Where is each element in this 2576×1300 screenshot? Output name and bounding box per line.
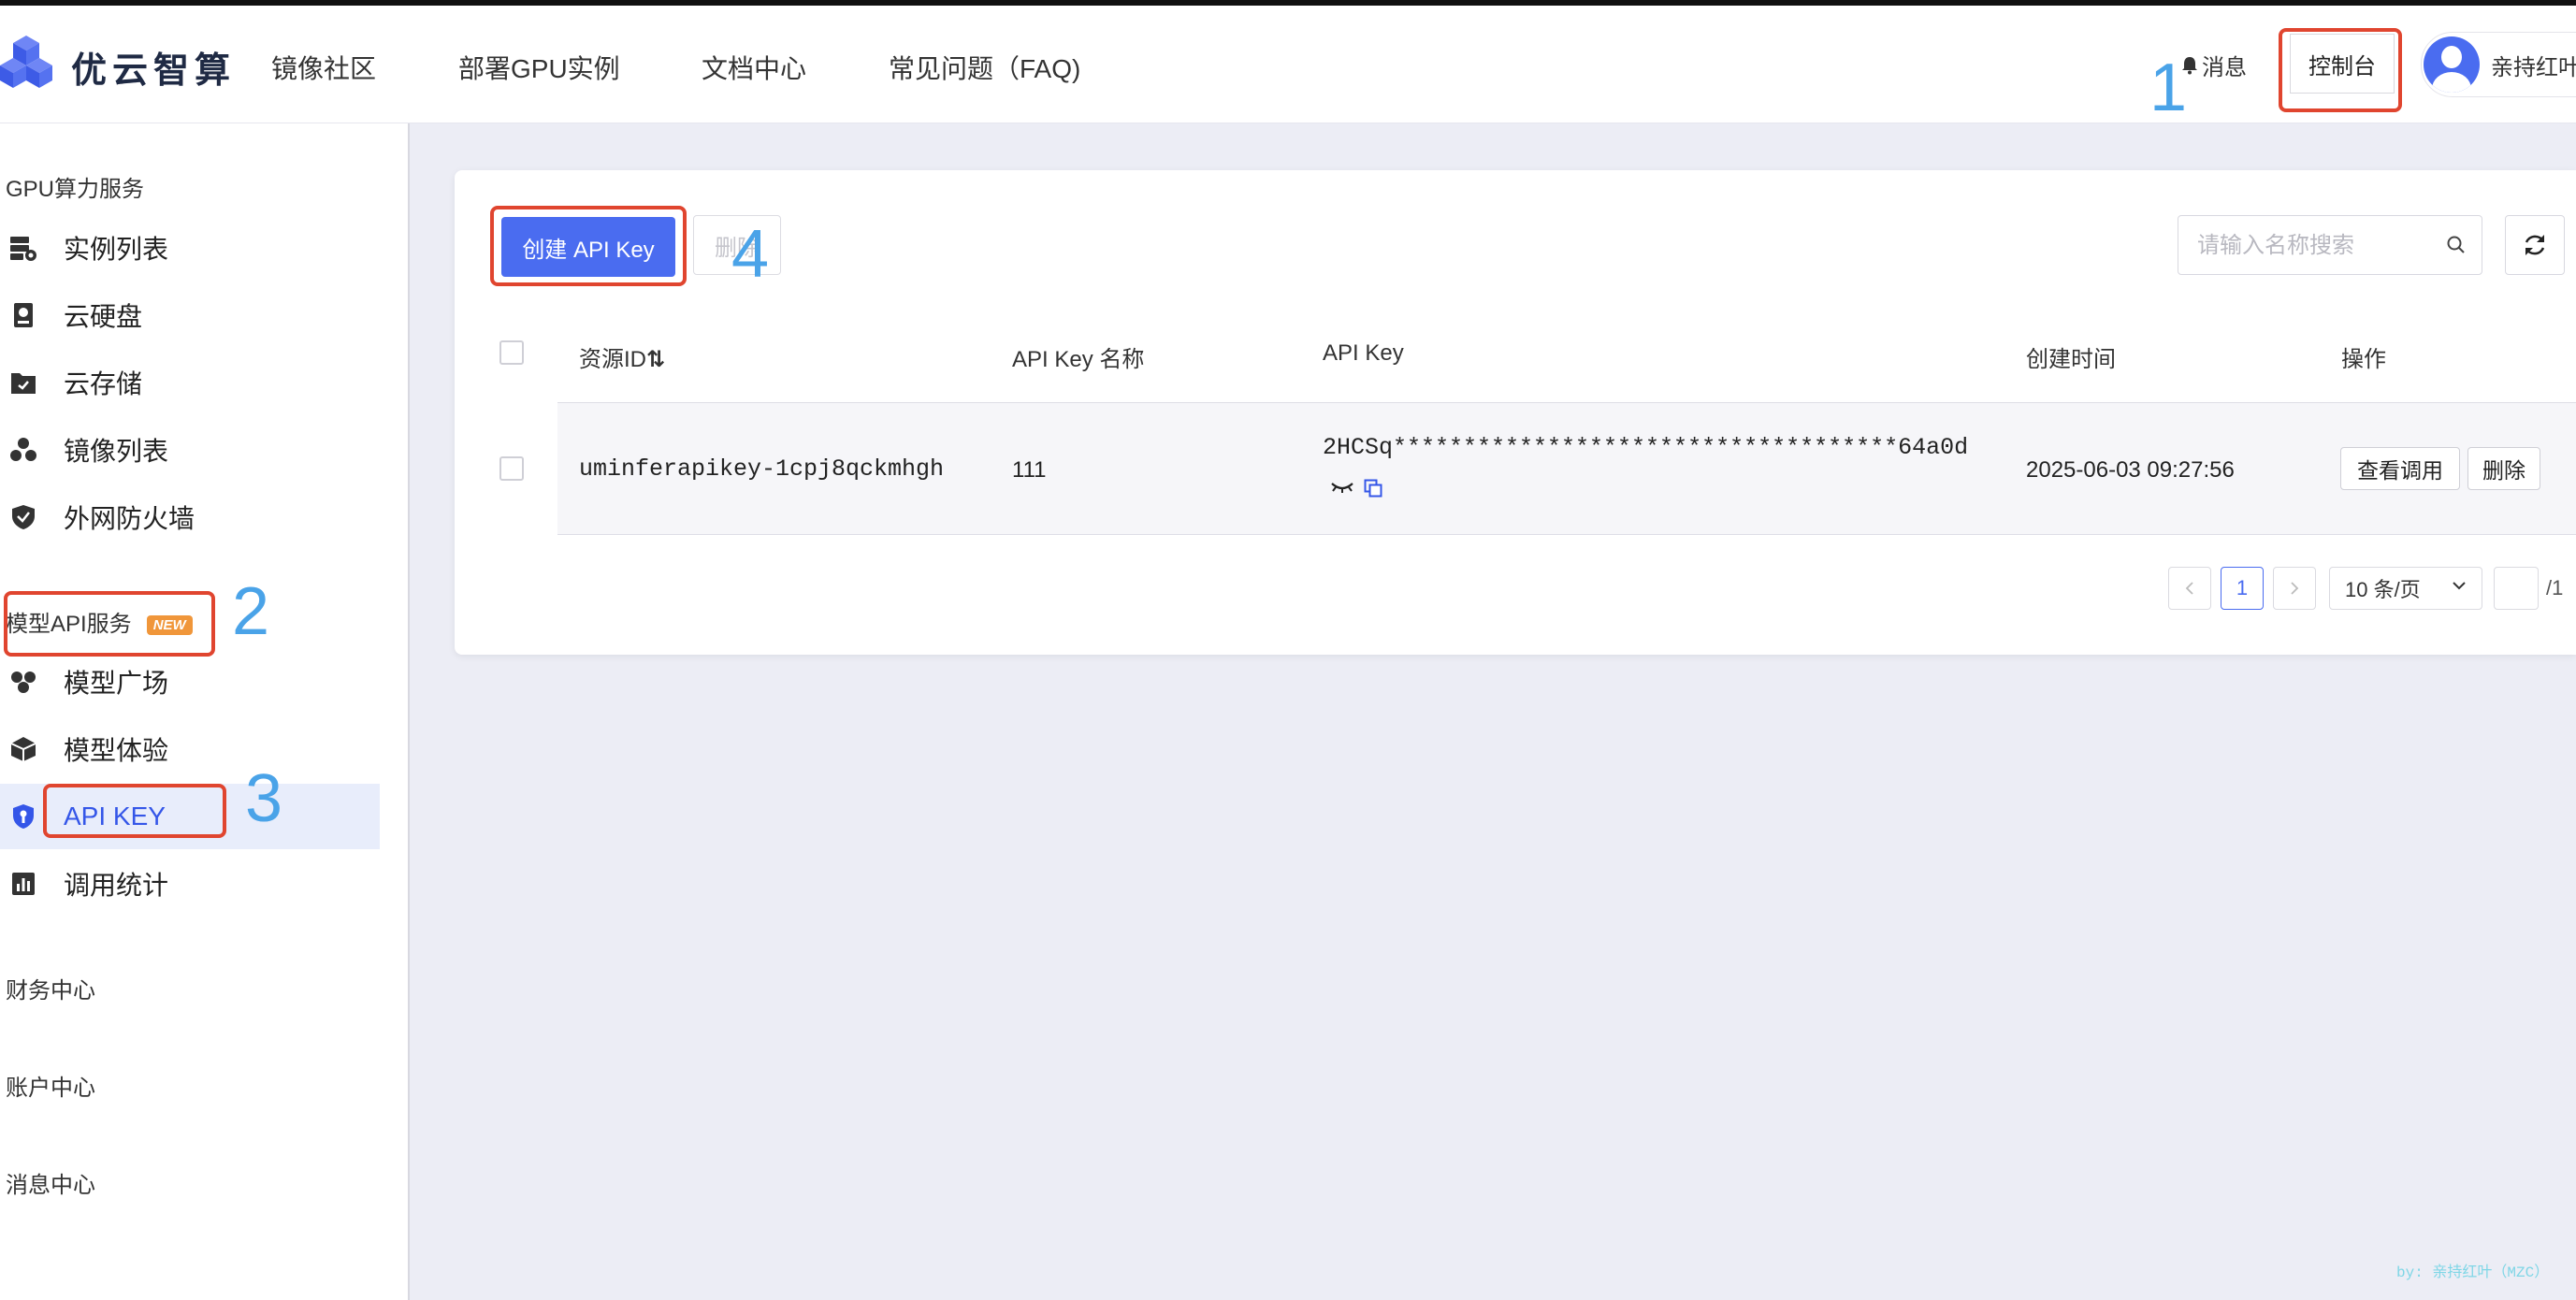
avatar xyxy=(2424,36,2480,93)
sidebar-item-label: 外网防火墙 xyxy=(64,504,195,533)
console-button[interactable]: 控制台 xyxy=(2290,34,2395,94)
user-menu[interactable]: 亲持红叶 xyxy=(2421,32,2576,97)
logo-icon xyxy=(0,36,52,88)
sidebar-item-firewall[interactable]: 外网防火墙 xyxy=(0,484,380,550)
nav-image-community[interactable]: 镜像社区 xyxy=(271,49,376,86)
section-gpu: GPU算力服务 xyxy=(6,177,145,202)
shield-icon xyxy=(7,501,39,533)
copy-icon[interactable] xyxy=(1364,479,1382,498)
chevron-left-icon xyxy=(2185,582,2193,595)
sidebar-item-cloud-storage[interactable]: 云存储 xyxy=(0,350,380,415)
chevron-down-icon xyxy=(2453,582,2466,590)
sidebar-item-label: API KEY xyxy=(64,802,166,831)
th-resource-id[interactable]: 资源ID⇅ xyxy=(579,340,665,373)
sidebar-item-instances[interactable]: 实例列表 xyxy=(0,215,380,281)
cubes-icon xyxy=(7,434,39,466)
new-badge: NEW xyxy=(146,615,193,636)
sidebar-item-usage-stats[interactable]: 调用统计 xyxy=(0,851,380,917)
brand-name[interactable]: 优云智算 xyxy=(71,41,236,93)
sidebar-item-api-key[interactable]: API KEY xyxy=(0,784,380,849)
row-delete-button[interactable]: 删除 xyxy=(2467,447,2540,490)
next-page-button[interactable] xyxy=(2273,567,2316,610)
th-created: 创建时间 xyxy=(2026,347,2116,372)
sidebar-item-model-experience[interactable]: 模型体验 xyxy=(0,716,380,782)
sort-icon[interactable]: ⇅ xyxy=(646,347,665,372)
refresh-button[interactable] xyxy=(2505,215,2565,275)
search-box xyxy=(2178,215,2482,275)
select-all-checkbox[interactable] xyxy=(499,340,524,365)
nav-deploy-gpu[interactable]: 部署GPU实例 xyxy=(458,49,620,86)
sidebar-item-label: 云存储 xyxy=(64,369,143,398)
eye-closed-icon[interactable] xyxy=(1330,481,1354,494)
page-size-value: 10 条/页 xyxy=(2345,578,2421,601)
refresh-icon xyxy=(2525,235,2545,255)
cell-key-name: 111 xyxy=(1012,457,1047,483)
sidebar-item-cloud-disk[interactable]: 云硬盘 xyxy=(0,282,380,348)
th-resource-id-label: 资源ID xyxy=(579,347,646,372)
api-key-panel: 创建 API Key 删除 资源ID⇅ API Key 名称 API Key 创… xyxy=(455,170,2576,655)
section-model-api-label: 模型API服务 xyxy=(6,612,132,637)
cube-icon xyxy=(7,733,39,765)
sidebar-item-label: 模型体验 xyxy=(64,736,169,765)
cell-resource-id: uminferapikey-1cpj8qckmhgh xyxy=(579,455,945,483)
nav-faq[interactable]: 常见问题（FAQ) xyxy=(889,49,1080,86)
top-header: 优云智算 镜像社区 部署GPU实例 文档中心 常见问题（FAQ) 消息 控制台 … xyxy=(0,6,2576,123)
section-model-api: 模型API服务 NEW xyxy=(6,605,193,638)
view-calls-button[interactable]: 查看调用 xyxy=(2340,447,2460,490)
section-finance[interactable]: 财务中心 xyxy=(6,972,95,1004)
bell-icon xyxy=(2182,56,2197,74)
messages-label: 消息 xyxy=(2202,55,2247,80)
bar-chart-icon xyxy=(7,868,39,900)
chevron-right-icon xyxy=(2291,582,2299,595)
page-size-select[interactable]: 10 条/页 xyxy=(2329,567,2482,610)
disk-icon xyxy=(7,299,39,331)
th-actions: 操作 xyxy=(2341,347,2386,372)
sidebar-item-images[interactable]: 镜像列表 xyxy=(0,417,380,483)
sidebar-item-label: 调用统计 xyxy=(64,871,169,900)
sidebar-item-label: 镜像列表 xyxy=(64,437,169,466)
bulk-delete-button[interactable]: 删除 xyxy=(693,215,781,275)
page-jump-input[interactable] xyxy=(2494,567,2539,610)
folder-icon xyxy=(7,367,39,398)
page-button-current[interactable]: 1 xyxy=(2221,567,2264,610)
search-input[interactable] xyxy=(2195,225,2433,267)
th-api-key: API Key xyxy=(1323,340,1404,366)
create-api-key-button[interactable]: 创建 API Key xyxy=(501,217,675,277)
model-square-icon xyxy=(7,666,39,698)
sidebar: GPU算力服务 实例列表 云硬盘 云存储 镜像列表 外网防火墙 模型API服务 N… xyxy=(0,123,410,1300)
section-message[interactable]: 消息中心 xyxy=(6,1166,95,1199)
total-pages: /1 xyxy=(2546,576,2564,599)
sidebar-item-model-square[interactable]: 模型广场 xyxy=(0,649,380,715)
row-checkbox[interactable] xyxy=(499,456,524,481)
sidebar-item-label: 实例列表 xyxy=(64,235,169,264)
cell-api-key: 2HCSq***********************************… xyxy=(1323,434,1969,461)
sidebar-item-label: 云硬盘 xyxy=(64,302,143,331)
sidebar-item-label: 模型广场 xyxy=(64,669,169,698)
server-list-icon xyxy=(7,232,39,264)
search-icon[interactable] xyxy=(2446,235,2467,255)
cell-created: 2025-06-03 09:27:56 xyxy=(2026,457,2235,483)
nav-docs[interactable]: 文档中心 xyxy=(702,49,806,86)
key-shield-icon xyxy=(7,801,39,832)
section-account[interactable]: 账户中心 xyxy=(6,1069,95,1102)
watermark: by: 亲持红叶（MZC） xyxy=(2396,1264,2550,1281)
th-key-name: API Key 名称 xyxy=(1012,347,1145,372)
prev-page-button[interactable] xyxy=(2168,567,2211,610)
messages-link[interactable]: 消息 xyxy=(2181,49,2247,81)
username: 亲持红叶 xyxy=(2491,54,2576,80)
